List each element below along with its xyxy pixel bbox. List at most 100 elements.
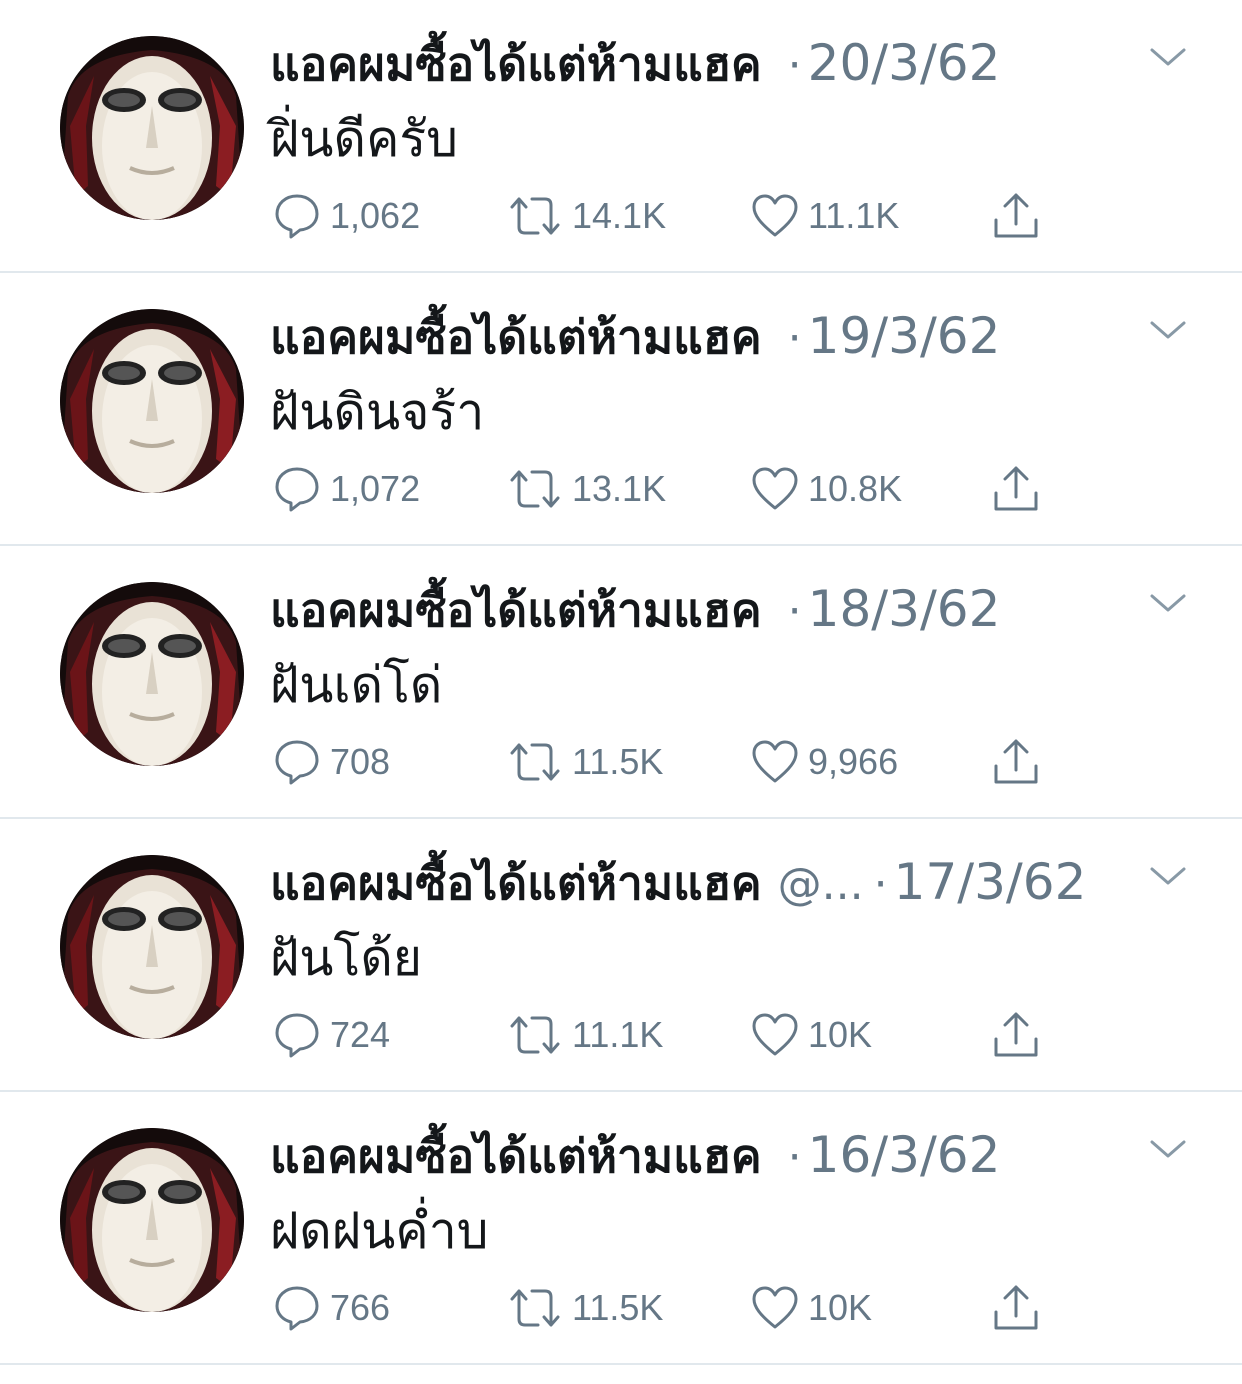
display-name[interactable]: แอคผมซื้อได้แต่ห้ามแฮค	[270, 847, 762, 911]
speech-bubble-icon	[275, 467, 319, 512]
separator-dot: ·	[873, 859, 888, 910]
share-upload-icon	[994, 466, 1038, 511]
like-count: 10.8K	[808, 468, 903, 509]
heart-outline-icon	[752, 1286, 798, 1329]
chevron-down-icon[interactable]	[1146, 859, 1190, 895]
tweet-date[interactable]: 18/3/62	[808, 580, 1001, 638]
speech-bubble-icon	[275, 1286, 319, 1331]
reply-button[interactable]: 1,072	[272, 461, 420, 517]
tweet-actions: 708 11.5K 9,966	[270, 734, 1070, 790]
retweet-button[interactable]: 13.1K	[506, 461, 666, 517]
tweet-text: ฝันเด่โด่	[270, 656, 443, 714]
avatar[interactable]	[60, 855, 244, 1039]
retweet-button[interactable]: 11.1K	[506, 1007, 663, 1063]
mask-avatar-image	[60, 36, 244, 220]
share-button[interactable]	[990, 1280, 1042, 1336]
tweet-text: ฝันดินจร้า	[270, 383, 485, 441]
separator-dot: ·	[787, 313, 802, 364]
display-name[interactable]: แอคผมซื้อได้แต่ห้ามแฮค	[270, 574, 762, 638]
display-name[interactable]: แอคผมซื้อได้แต่ห้ามแฮค	[270, 28, 762, 92]
tweet-header: แอคผมซื้อได้แต่ห้ามแฮค · 20/3/62	[270, 28, 1140, 92]
share-button[interactable]	[990, 461, 1042, 517]
retweet-arrows-icon	[510, 1289, 560, 1327]
share-upload-icon	[994, 1285, 1038, 1330]
chevron-down-icon[interactable]	[1146, 313, 1190, 349]
retweet-arrows-icon	[510, 1016, 560, 1054]
retweet-count: 13.1K	[572, 468, 667, 509]
share-upload-icon	[994, 1012, 1038, 1057]
tweet-actions: 1,072 13.1K 10.8K	[270, 461, 1070, 517]
tweet-actions: 766 11.5K 10K	[270, 1280, 1070, 1336]
share-button[interactable]	[990, 188, 1042, 244]
speech-bubble-icon	[275, 194, 319, 239]
share-button[interactable]	[990, 1007, 1042, 1063]
share-button[interactable]	[990, 734, 1042, 790]
tweet[interactable]: แอคผมซื้อได้แต่ห้ามแฮค · 16/3/62 ฝดฝนค่ำ…	[0, 1092, 1242, 1365]
tweet-date[interactable]: 16/3/62	[808, 1126, 1001, 1184]
reply-button[interactable]: 1,062	[272, 188, 420, 244]
chevron-down-icon[interactable]	[1146, 586, 1190, 622]
retweet-button[interactable]: 14.1K	[506, 188, 666, 244]
tweet-header: แอคผมซื้อได้แต่ห้ามแฮค @... · 17/3/62	[270, 847, 1140, 911]
reply-button[interactable]: 766	[272, 1280, 390, 1336]
handle[interactable]: @...	[778, 859, 864, 910]
chevron-down-icon[interactable]	[1146, 40, 1190, 76]
like-count: 9,966	[808, 741, 899, 782]
heart-outline-icon	[752, 194, 798, 237]
reply-count: 1,072	[330, 468, 421, 509]
tweet-header: แอคผมซื้อได้แต่ห้ามแฮค · 18/3/62	[270, 574, 1140, 638]
reply-button[interactable]: 708	[272, 734, 390, 790]
reply-count: 724	[330, 1014, 391, 1055]
retweet-arrows-icon	[510, 743, 560, 781]
avatar[interactable]	[60, 309, 244, 493]
speech-bubble-icon	[275, 1013, 319, 1058]
tweet-date[interactable]: 17/3/62	[894, 853, 1087, 911]
tweet[interactable]: แอคผมซื้อได้แต่ห้ามแฮค · 20/3/62 ฝิ่นดีค…	[0, 0, 1242, 273]
reply-count: 766	[330, 1287, 391, 1328]
like-button[interactable]: 10K	[750, 1007, 872, 1063]
mask-avatar-image	[60, 1128, 244, 1312]
separator-dot: ·	[787, 586, 802, 637]
like-count: 10K	[808, 1287, 873, 1328]
tweet-date[interactable]: 19/3/62	[808, 307, 1001, 365]
retweet-button[interactable]: 11.5K	[506, 1280, 663, 1336]
retweet-count: 11.5K	[572, 1287, 664, 1328]
retweet-arrows-icon	[510, 470, 560, 508]
reply-button[interactable]: 724	[272, 1007, 390, 1063]
heart-outline-icon	[752, 740, 798, 783]
retweet-arrows-icon	[510, 197, 560, 235]
share-upload-icon	[994, 739, 1038, 784]
tweet-header: แอคผมซื้อได้แต่ห้ามแฮค · 19/3/62	[270, 301, 1140, 365]
tweet[interactable]: แอคผมซื้อได้แต่ห้ามแฮค · 18/3/62 ฝันเด่โ…	[0, 546, 1242, 819]
separator-dot: ·	[787, 40, 802, 91]
like-button[interactable]: 10K	[750, 1280, 872, 1336]
avatar[interactable]	[60, 1128, 244, 1312]
tweet-timeline: แอคผมซื้อได้แต่ห้ามแฮค · 20/3/62 ฝิ่นดีค…	[0, 0, 1242, 1384]
tweet[interactable]: แอคผมซื้อได้แต่ห้ามแฮค @... · 17/3/62 ฝั…	[0, 819, 1242, 1092]
like-button[interactable]: 10.8K	[750, 461, 902, 517]
like-button[interactable]: 9,966	[750, 734, 898, 790]
reply-count: 1,062	[330, 195, 421, 236]
tweet-text: ฝันโด้ย	[270, 929, 423, 987]
like-button[interactable]: 11.1K	[750, 188, 899, 244]
mask-avatar-image	[60, 582, 244, 766]
chevron-down-icon[interactable]	[1146, 1132, 1190, 1168]
display-name[interactable]: แอคผมซื้อได้แต่ห้ามแฮค	[270, 301, 762, 365]
reply-count: 708	[330, 741, 391, 782]
tweet-date[interactable]: 20/3/62	[808, 34, 1001, 92]
avatar[interactable]	[60, 36, 244, 220]
retweet-count: 14.1K	[572, 195, 667, 236]
separator-dot: ·	[787, 1132, 802, 1183]
avatar[interactable]	[60, 582, 244, 766]
retweet-button[interactable]: 11.5K	[506, 734, 663, 790]
display-name[interactable]: แอคผมซื้อได้แต่ห้ามแฮค	[270, 1120, 762, 1184]
retweet-count: 11.1K	[572, 1014, 664, 1055]
heart-outline-icon	[752, 1013, 798, 1056]
tweet[interactable]: แอคผมซื้อได้แต่ห้ามแฮค · 19/3/62 ฝันดินจ…	[0, 273, 1242, 546]
tweet-actions: 1,062 14.1K 11.1K	[270, 188, 1070, 244]
heart-outline-icon	[752, 467, 798, 510]
like-count: 11.1K	[808, 195, 900, 236]
tweet-actions: 724 11.1K 10K	[270, 1007, 1070, 1063]
tweet-header: แอคผมซื้อได้แต่ห้ามแฮค · 16/3/62	[270, 1120, 1140, 1184]
tweet-text: ฝิ่นดีครับ	[270, 110, 458, 168]
